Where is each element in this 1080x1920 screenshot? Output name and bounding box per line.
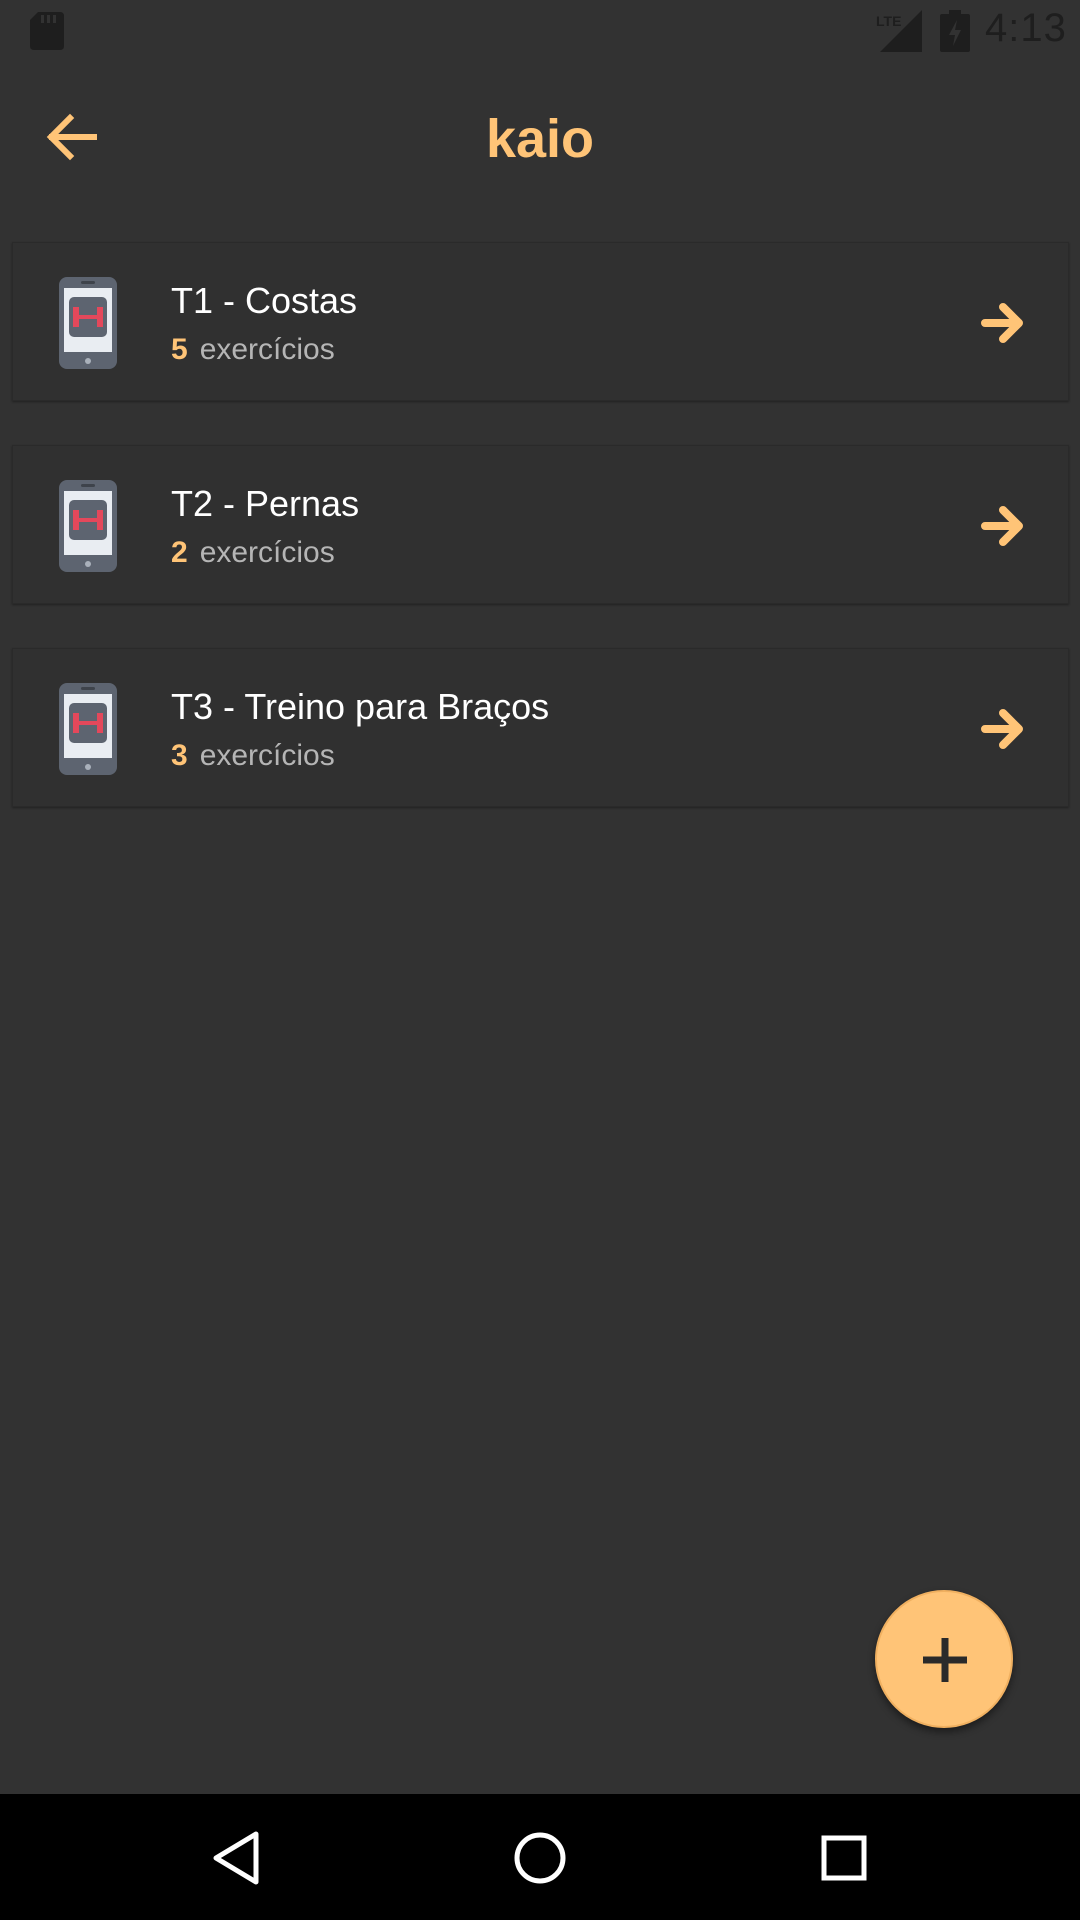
workout-title: T3 - Treino para Braços [171, 686, 550, 727]
list-item[interactable]: T3 - Treino para Braços 3 exercícios [12, 648, 1069, 807]
status-time: 4:13 [985, 6, 1067, 50]
workout-title: T1 - Costas [171, 280, 358, 321]
phone-dumbbell-icon [59, 277, 117, 369]
exercise-count: 3 [171, 739, 188, 772]
exercise-count-row: 5 exercícios [171, 331, 335, 369]
phone-dumbbell-icon [59, 480, 117, 572]
status-bar: LTE 4:13 [0, 0, 1080, 63]
exercise-count: 2 [171, 536, 188, 569]
system-nav-bar [0, 1794, 1080, 1920]
plus-icon [923, 1638, 967, 1682]
exercise-count-row: 3 exercícios [171, 737, 335, 775]
workout-list: T1 - Costas 5 exercícios T2 - Pernas 2 e… [12, 242, 1069, 851]
exercise-count-row: 2 exercícios [171, 534, 335, 572]
recents-square-icon[interactable] [812, 1826, 876, 1890]
phone-dumbbell-icon [59, 683, 117, 775]
exercise-count-label: exercícios [199, 536, 335, 569]
signal-icon: LTE [876, 10, 922, 52]
add-workout-button[interactable] [875, 1590, 1013, 1728]
screen: LTE 4:13 kaio T1 - Costas 5 exercícios T… [0, 0, 1080, 1920]
battery-charging-icon [940, 10, 970, 52]
exercise-count-label: exercícios [199, 333, 335, 366]
network-label: LTE [876, 13, 901, 29]
arrow-right-icon[interactable] [979, 502, 1027, 550]
arrow-right-icon[interactable] [979, 705, 1027, 753]
app-bar: kaio [0, 63, 1080, 213]
sd-card-icon [30, 12, 64, 50]
exercise-count: 5 [171, 333, 188, 366]
home-circle-icon[interactable] [508, 1826, 572, 1890]
workout-title: T2 - Pernas [171, 483, 360, 524]
back-triangle-icon[interactable] [204, 1826, 268, 1890]
exercise-count-label: exercícios [199, 739, 335, 772]
page-title: kaio [485, 109, 595, 169]
list-item[interactable]: T2 - Pernas 2 exercícios [12, 445, 1069, 604]
list-item[interactable]: T1 - Costas 5 exercícios [12, 242, 1069, 401]
arrow-right-icon[interactable] [979, 299, 1027, 347]
